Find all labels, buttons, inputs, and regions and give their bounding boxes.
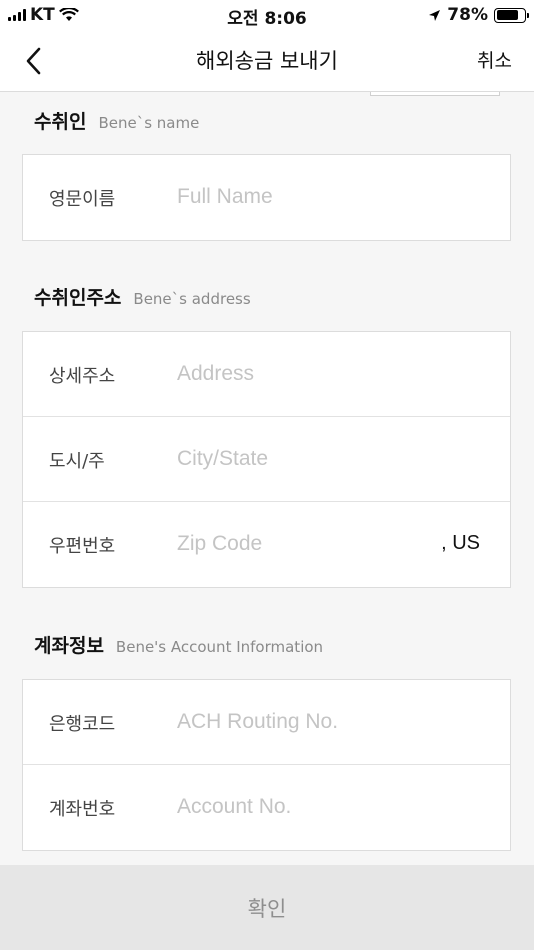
beneficiary-card: 영문이름 (22, 154, 511, 241)
cancel-button[interactable]: 취소 (477, 46, 512, 73)
field-label: 상세주소 (49, 366, 116, 387)
section-header-address: 수취인주소 Bene`s address (34, 283, 251, 310)
battery-icon (494, 7, 529, 23)
field-label: 우편번호 (49, 536, 116, 557)
section-header-account: 계좌정보 Bene's Account Information (34, 631, 323, 658)
status-right: 78% (428, 5, 529, 25)
section-subtitle: Bene's Account Information (115, 638, 324, 656)
form-row-account-number: 계좌번호 (23, 765, 510, 850)
zip-code-input[interactable] (177, 524, 427, 564)
section-title: 수취인주소 (34, 287, 122, 309)
field-label: 도시/주 (49, 451, 105, 472)
status-bar: KT 오전 8:06 78% (0, 0, 534, 30)
confirm-button[interactable]: 확인 (0, 865, 534, 950)
field-label: 계좌번호 (49, 799, 116, 820)
field-label: 은행코드 (49, 714, 116, 735)
field-label: 영문이름 (49, 189, 116, 210)
form-row-zip-code: 우편번호 , US (23, 502, 510, 587)
routing-number-input[interactable] (177, 702, 427, 742)
battery-fill (496, 10, 518, 20)
city-state-input[interactable] (177, 439, 427, 479)
form-row-address: 상세주소 (23, 332, 510, 417)
form-content[interactable]: 수취인 Bene`s name 영문이름 수취인주소 Bene`s addres… (0, 93, 534, 865)
battery-percent: 78% (447, 5, 488, 25)
form-row-city-state: 도시/주 (23, 417, 510, 502)
form-row-full-name: 영문이름 (23, 155, 510, 240)
section-subtitle: Bene`s name (98, 114, 200, 132)
section-title: 수취인 (34, 111, 87, 133)
form-row-routing-number: 은행코드 (23, 680, 510, 765)
account-number-input[interactable] (177, 787, 427, 827)
page-title: 해외송금 보내기 (196, 49, 338, 73)
section-title: 계좌정보 (34, 635, 104, 657)
section-subtitle: Bene`s address (133, 290, 251, 308)
location-arrow-icon (429, 9, 441, 21)
full-name-input[interactable] (177, 177, 427, 217)
country-suffix: , US (441, 532, 480, 554)
address-card: 상세주소 도시/주 우편번호 , US (22, 331, 511, 588)
account-card: 은행코드 계좌번호 (22, 679, 511, 851)
address-input[interactable] (177, 354, 427, 394)
navigation-bar: 해외송금 보내기 취소 (0, 30, 534, 92)
section-header-beneficiary: 수취인 Bene`s name (34, 107, 199, 134)
